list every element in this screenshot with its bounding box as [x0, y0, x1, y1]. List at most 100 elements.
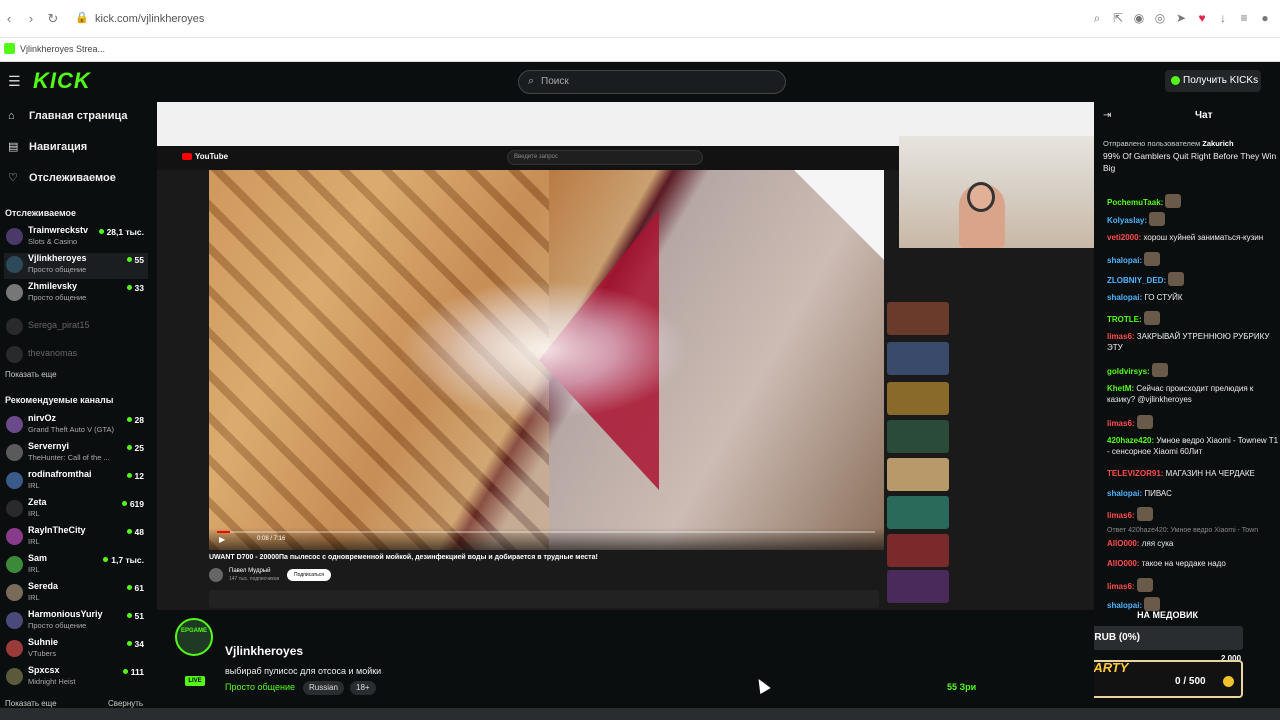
extension-icon[interactable]: ◎: [1153, 11, 1167, 25]
chat-message: shalopai: ГО СТУЙК: [1107, 293, 1183, 302]
sidebar-channel[interactable]: nirvOz Grand Theft Auto V (GTA) 28: [4, 413, 148, 439]
viewer-count: 55 Зри: [947, 682, 977, 692]
hamburger-menu-icon[interactable]: ☰: [8, 74, 22, 88]
sidebar-channel-offline[interactable]: Serega_pirat15: [4, 315, 148, 341]
show-more-followed[interactable]: Показать еще: [5, 370, 57, 379]
youtube-progress-bar: [217, 531, 875, 533]
youtube-logo: YouTube: [182, 152, 228, 161]
avatar: [6, 472, 23, 489]
send-icon[interactable]: ➤: [1174, 11, 1188, 25]
channel-category: Midnight Heist: [28, 677, 76, 686]
sidebar-channel[interactable]: Sam IRL 1,7 тыс.: [4, 553, 148, 579]
camera-icon[interactable]: ◉: [1132, 11, 1146, 25]
channel-name: Spxcsx: [28, 665, 60, 675]
nav-following-label: Отслеживаемое: [29, 172, 116, 184]
kick-logo[interactable]: KICK: [33, 68, 91, 94]
browser-toolbar: ‹ › ↻ 🔒 kick.com/vjlinkheroyes ⌕ ⇱ ◉ ◎ ➤…: [0, 0, 1280, 38]
nav-home[interactable]: ⌂ Главная страница: [8, 110, 148, 130]
zoom-icon[interactable]: ⌕: [1090, 11, 1104, 25]
get-kicks-label: Получить KICKs: [1183, 75, 1259, 86]
channel-name: Vjlinkheroyes: [28, 253, 87, 263]
channel-category: IRL: [28, 509, 40, 518]
youtube-time: 0:08 / 7:16: [257, 536, 286, 542]
left-sidebar: ⌂ Главная страница ▤ Навигация ♡ Отслеживае…: [0, 102, 152, 720]
channel-name: HarmoniousYuriy: [28, 609, 103, 619]
viewer-count: 28,1 тыс.: [98, 227, 144, 237]
viewer-count: 12: [126, 471, 144, 481]
chat-message: TROTLE:: [1107, 311, 1279, 325]
emote-icon: [1136, 415, 1153, 429]
download-icon[interactable]: ↓: [1216, 11, 1230, 25]
sidebar-channel[interactable]: Spxcsx Midnight Heist 111: [4, 665, 148, 691]
avatar: [6, 584, 23, 601]
sidebar-channel[interactable]: HarmoniousYuriy Просто общение 51: [4, 609, 148, 635]
sidebar-channel-active[interactable]: Vjlinkheroyes Просто общение 55: [4, 253, 148, 279]
share-icon[interactable]: ⇱: [1111, 11, 1125, 25]
rec-item: [887, 302, 1037, 336]
emote-icon: [1144, 252, 1161, 266]
tag-age[interactable]: 18+: [350, 681, 376, 695]
water-mist: [399, 280, 689, 420]
streamer-avatar[interactable]: EPGAME: [175, 618, 213, 656]
sidebar-channel[interactable]: RayInTheCity IRL 48: [4, 525, 148, 551]
pinned-message[interactable]: Отправлено пользователем Zakurich 99% Of…: [1103, 138, 1278, 184]
rec-thumbnail: [887, 570, 949, 603]
pinned-meta: Отправлено пользователем Zakurich: [1103, 139, 1234, 148]
avatar: [6, 444, 23, 461]
search-input[interactable]: ⌕ Поиск: [518, 70, 786, 94]
youtube-subscribe-button: Подписаться: [287, 569, 331, 581]
profile-icon[interactable]: ●: [1258, 11, 1272, 25]
chat-message: veti2000: хорош хуйней заниматься-кузин: [1107, 233, 1264, 242]
sidebar-channel[interactable]: Zeta IRL 619: [4, 497, 148, 523]
play-icon: ▶: [219, 535, 226, 544]
chat-message: TELEVIZOR91: МАГАЗИН НА ЧЕРДАКЕ: [1107, 469, 1255, 478]
avatar: [6, 668, 23, 685]
get-kicks-button[interactable]: Получить KICKs: [1165, 70, 1261, 92]
video-player[interactable]: YouTube Введите запрос ▶ 0:08 / 7:16 UWA…: [157, 102, 1094, 610]
chat-message: goldvirsys:: [1107, 363, 1279, 377]
sidebar-channel[interactable]: rodinafromthai IRL 12: [4, 469, 148, 495]
channel-name: Zhmilevsky: [28, 281, 78, 291]
stream-category[interactable]: Просто общение: [225, 682, 295, 692]
tag-language[interactable]: Russian: [303, 681, 344, 695]
forward-icon[interactable]: ›: [24, 12, 38, 26]
rec-item: [887, 534, 1037, 568]
streamer-name[interactable]: Vjlinkheroyes: [225, 644, 303, 658]
chat-reply-context: Ответ 420haze420: Умное ведро Xiaomi - T…: [1107, 527, 1259, 534]
menu-icon[interactable]: ≡: [1237, 11, 1251, 25]
avatar: [6, 612, 23, 629]
chat-panel: ⇥ Чат Отправлено пользователем Zakurich …: [981, 102, 1280, 720]
sidebar-channel[interactable]: Suhnie VTubers 34: [4, 637, 148, 663]
viewer-count: 111: [122, 667, 144, 677]
pinned-text: 99% Of Gamblers Quit Right Before They W…: [1103, 151, 1277, 173]
sidebar-channel[interactable]: Servernyi TheHunter: Call of the ... 25: [4, 441, 148, 467]
channel-name: Sam: [28, 553, 48, 563]
channel-category: IRL: [28, 537, 40, 546]
sidebar-channel[interactable]: Sereda IRL 61: [4, 581, 148, 607]
sidebar-channel-offline[interactable]: thevanomas: [4, 343, 148, 369]
sidebar-channel[interactable]: Trainwreckstv Slots & Casino 28,1 тыс.: [4, 225, 148, 251]
reload-icon[interactable]: ↻: [46, 12, 60, 26]
nav-browse-label: Навигация: [29, 141, 88, 153]
emote-icon: [1165, 194, 1182, 208]
collapse-chat-icon[interactable]: ⇥: [1103, 110, 1111, 121]
viewer-count: 1,7 тыс.: [103, 555, 144, 565]
nav-following[interactable]: ♡ Отслеживаемое: [8, 171, 148, 191]
address-bar[interactable]: kick.com/vjlinkheroyes: [95, 13, 204, 25]
youtube-author-subs: 147 тыс. подписчиков: [229, 576, 280, 582]
tab-title[interactable]: Vjlinkheroyes Strea...: [20, 44, 105, 54]
sidebar-channel[interactable]: Zhmilevsky Просто общение 33: [4, 281, 148, 307]
avatar: [6, 318, 23, 335]
collapse-button[interactable]: Свернуть: [108, 699, 143, 708]
channel-category: Grand Theft Auto V (GTA): [28, 425, 115, 434]
nav-browse[interactable]: ▤ Навигация: [8, 140, 148, 160]
youtube-author-name: Павел Мудрый: [229, 568, 271, 574]
show-more-recommended[interactable]: Показать еще: [5, 699, 57, 708]
avatar: [6, 256, 23, 273]
heart-icon[interactable]: ♥: [1195, 11, 1209, 25]
kick-favicon-icon: [4, 43, 15, 54]
back-icon[interactable]: ‹: [2, 12, 16, 26]
kicks-icon: [1171, 76, 1180, 85]
youtube-progress-fill: [217, 531, 231, 533]
channel-category: Просто общение: [28, 621, 87, 630]
